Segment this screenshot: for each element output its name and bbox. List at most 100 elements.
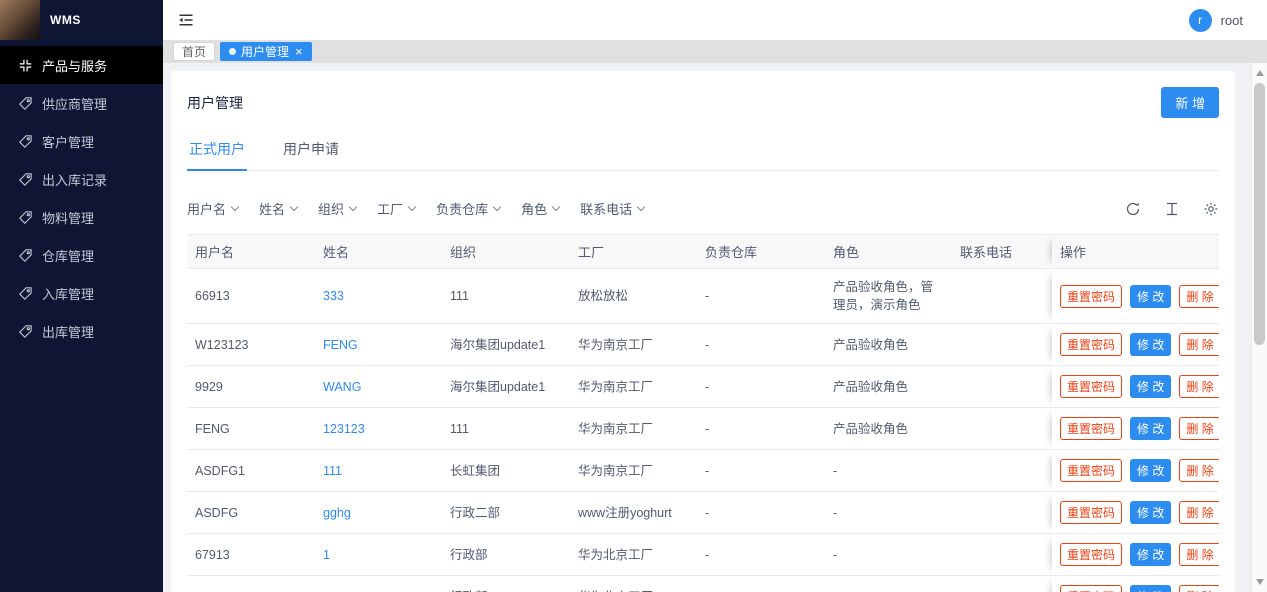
sidebar-item-2[interactable]: 客户管理 <box>0 122 163 160</box>
reset-password-button[interactable]: 重置密码 <box>1060 585 1122 592</box>
edit-button[interactable]: 修 改 <box>1130 543 1171 566</box>
edit-button[interactable]: 修 改 <box>1130 501 1171 524</box>
sidebar-item-5[interactable]: 仓库管理 <box>0 236 163 274</box>
column-header-2: 组织 <box>442 234 570 269</box>
nav-tab-0[interactable]: 首页 <box>173 42 215 61</box>
cell-phone <box>952 269 1052 324</box>
reset-password-button[interactable]: 重置密码 <box>1060 459 1122 482</box>
cell-phone <box>952 366 1052 408</box>
edit-button[interactable]: 修 改 <box>1130 585 1171 592</box>
scroll-up-arrow[interactable] <box>1256 70 1264 76</box>
cell-name: 123123 <box>315 408 442 450</box>
delete-button[interactable]: 删 除 <box>1179 333 1219 356</box>
column-header-0: 用户名 <box>187 234 315 269</box>
sidebar-item-label: 仓库管理 <box>42 246 94 265</box>
cell-username: W123123 <box>187 324 315 366</box>
edit-button[interactable]: 修 改 <box>1130 417 1171 440</box>
user-name-link[interactable]: 333 <box>323 289 344 303</box>
user-name-link[interactable]: WANG <box>323 380 361 394</box>
cell-warehouse: - <box>697 534 825 576</box>
reset-password-button[interactable]: 重置密码 <box>1060 333 1122 356</box>
table-row: ASDFG1111长虹集团华为南京工厂--重置密码修 改删 除 <box>187 450 1219 492</box>
filter-label: 负责仓库 <box>436 199 488 218</box>
filter-label: 工厂 <box>377 199 403 218</box>
filter-dropdown-1[interactable]: 姓名 <box>259 199 297 218</box>
filter-dropdown-5[interactable]: 角色 <box>521 199 559 218</box>
sidebar-item-3[interactable]: 出入库记录 <box>0 160 163 198</box>
scrollbar-thumb[interactable] <box>1254 83 1265 345</box>
user-name-link[interactable]: 111 <box>323 464 342 478</box>
column-height-icon[interactable] <box>1164 201 1180 217</box>
cell-org: 111 <box>442 408 570 450</box>
user-name-link[interactable]: 1 <box>323 548 330 562</box>
user-name-link[interactable]: gghg <box>323 506 351 520</box>
user-menu[interactable]: r root <box>1189 9 1243 32</box>
filter-dropdown-4[interactable]: 负责仓库 <box>436 199 500 218</box>
row-actions: 重置密码修 改删 除 <box>1052 534 1219 576</box>
cell-factory: 华为南京工厂 <box>570 324 697 366</box>
reset-password-button[interactable]: 重置密码 <box>1060 501 1122 524</box>
nav-tab-1[interactable]: 用户管理× <box>220 42 312 61</box>
user-name-link[interactable]: 123123 <box>323 422 365 436</box>
table-row: Qe行政部华为北京工厂--13234561211重置密码修 改删 除 <box>187 576 1219 592</box>
edit-button[interactable]: 修 改 <box>1130 375 1171 398</box>
cell-org: 长虹集团 <box>442 450 570 492</box>
chevron-down-icon <box>552 202 560 210</box>
user-name-link[interactable]: FENG <box>323 338 358 352</box>
cell-role: 产品验收角色，管理员，演示角色 <box>825 269 952 324</box>
column-header-1: 姓名 <box>315 234 442 269</box>
nav-tab-strip: 首页用户管理× <box>163 40 1267 63</box>
row-actions: 重置密码 修 改 删 除 <box>1052 576 1219 592</box>
cell-org: 行政二部 <box>442 492 570 534</box>
cell-warehouse: - <box>697 450 825 492</box>
cell-phone <box>952 492 1052 534</box>
edit-button[interactable]: 修 改 <box>1130 459 1171 482</box>
filter-dropdown-6[interactable]: 联系电话 <box>580 199 644 218</box>
cell-username: Q <box>187 576 315 592</box>
settings-gear-icon[interactable] <box>1203 201 1219 217</box>
scroll-down-arrow[interactable] <box>1256 579 1264 585</box>
delete-button[interactable]: 删 除 <box>1179 501 1219 524</box>
sidebar-item-4[interactable]: 物料管理 <box>0 198 163 236</box>
edit-button[interactable]: 修 改 <box>1130 333 1171 356</box>
cell-warehouse: - <box>697 576 825 592</box>
main-content: 用户管理 新 增 正式用户用户申请 用户名姓名组织工厂负责仓库角色联系电话 <box>163 63 1243 592</box>
sidebar-item-0[interactable]: 产品与服务 <box>0 46 163 84</box>
cell-org: 海尔集团update1 <box>442 324 570 366</box>
sidebar-item-7[interactable]: 出库管理 <box>0 312 163 350</box>
cell-phone <box>952 450 1052 492</box>
filter-dropdown-3[interactable]: 工厂 <box>377 199 415 218</box>
delete-button[interactable]: 删 除 <box>1179 285 1219 308</box>
chevron-down-icon <box>408 202 416 210</box>
reset-password-button[interactable]: 重置密码 <box>1060 375 1122 398</box>
delete-button[interactable]: 删 除 <box>1179 417 1219 440</box>
reset-password-button[interactable]: 重置密码 <box>1060 417 1122 440</box>
cell-org: 行政部 <box>442 576 570 592</box>
menu-collapse-icon[interactable] <box>177 11 195 29</box>
reset-password-button[interactable]: 重置密码 <box>1060 543 1122 566</box>
sidebar-item-6[interactable]: 入库管理 <box>0 274 163 312</box>
delete-button[interactable]: 删 除 <box>1179 543 1219 566</box>
vertical-scrollbar[interactable] <box>1251 63 1267 592</box>
close-tab-icon[interactable]: × <box>295 45 303 58</box>
chevron-down-icon <box>637 202 645 210</box>
delete-button[interactable]: 删 除 <box>1179 585 1219 592</box>
sidebar-item-1[interactable]: 供应商管理 <box>0 84 163 122</box>
active-tab-dot-icon <box>229 48 236 55</box>
cell-warehouse: - <box>697 492 825 534</box>
filter-bar: 用户名 姓名 组织 工厂 负责仓库 角色 联系电话 <box>187 199 644 218</box>
reset-password-button[interactable]: 重置密码 <box>1060 285 1122 308</box>
user-name: root <box>1221 13 1243 28</box>
cell-name: gghg <box>315 492 442 534</box>
delete-button[interactable]: 删 除 <box>1179 459 1219 482</box>
add-user-button[interactable]: 新 增 <box>1161 87 1219 118</box>
tab-formal-users[interactable]: 正式用户 <box>187 130 247 170</box>
delete-button[interactable]: 删 除 <box>1179 375 1219 398</box>
row-actions: 重置密码修 改删 除 <box>1052 492 1219 534</box>
edit-button[interactable]: 修 改 <box>1130 285 1171 308</box>
tab-user-applications[interactable]: 用户申请 <box>281 130 341 170</box>
table-row: W123123FENG海尔集团update1华为南京工厂-产品验收角色重置密码修… <box>187 324 1219 366</box>
filter-dropdown-2[interactable]: 组织 <box>318 199 356 218</box>
filter-dropdown-0[interactable]: 用户名 <box>187 199 238 218</box>
refresh-icon[interactable] <box>1125 201 1141 217</box>
